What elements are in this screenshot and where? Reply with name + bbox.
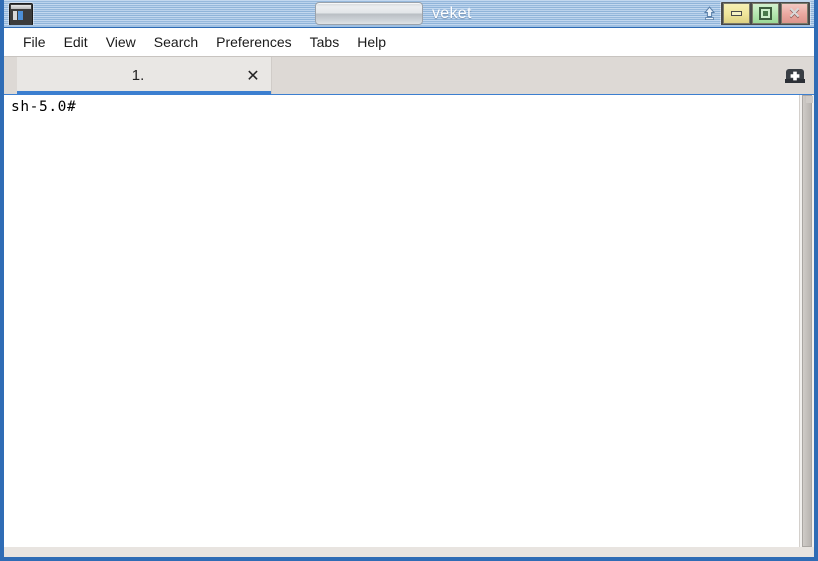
- terminal-window: veket ✕ File Edit View Search Preference…: [0, 0, 818, 561]
- menu-item-file[interactable]: File: [14, 31, 55, 53]
- scrollbar-corner: [806, 96, 813, 103]
- tab-close-icon[interactable]: ✕: [235, 66, 271, 85]
- menu-item-preferences[interactable]: Preferences: [207, 31, 300, 53]
- close-button[interactable]: ✕: [781, 3, 808, 24]
- terminal-output[interactable]: sh-5.0#: [4, 95, 799, 547]
- menu-item-edit[interactable]: Edit: [55, 31, 97, 53]
- terminal-prompt-line: sh-5.0#: [11, 99, 77, 115]
- tab-label: 1.: [131, 67, 145, 84]
- menu-item-view[interactable]: View: [97, 31, 145, 53]
- shade-up-arrow-icon[interactable]: [701, 5, 718, 22]
- menu-item-help[interactable]: Help: [348, 31, 395, 53]
- menu-item-search[interactable]: Search: [145, 31, 207, 53]
- window-title: veket: [432, 5, 472, 22]
- window-bottom-strip: [4, 547, 814, 557]
- titlebar-blank-button[interactable]: [315, 2, 423, 25]
- close-icon: ✕: [788, 5, 801, 22]
- maximize-icon: [759, 7, 772, 20]
- tab-1[interactable]: 1. ✕: [17, 57, 272, 94]
- terminal-scrollbar[interactable]: [799, 95, 814, 547]
- menu-bar: File Edit View Search Preferences Tabs H…: [4, 28, 814, 56]
- scrollbar-thumb[interactable]: [802, 95, 812, 547]
- title-bar[interactable]: veket ✕: [4, 0, 814, 28]
- window-controls: ✕: [721, 2, 810, 27]
- minimize-icon: [731, 11, 742, 16]
- minimize-button[interactable]: [723, 3, 750, 24]
- new-tab-button[interactable]: [784, 64, 806, 86]
- terminal-area[interactable]: sh-5.0#: [4, 94, 814, 547]
- menu-item-tabs[interactable]: Tabs: [301, 31, 349, 53]
- terminal-book-icon: [9, 3, 33, 26]
- maximize-button[interactable]: [752, 3, 779, 24]
- tab-bar: 1. ✕: [4, 56, 814, 94]
